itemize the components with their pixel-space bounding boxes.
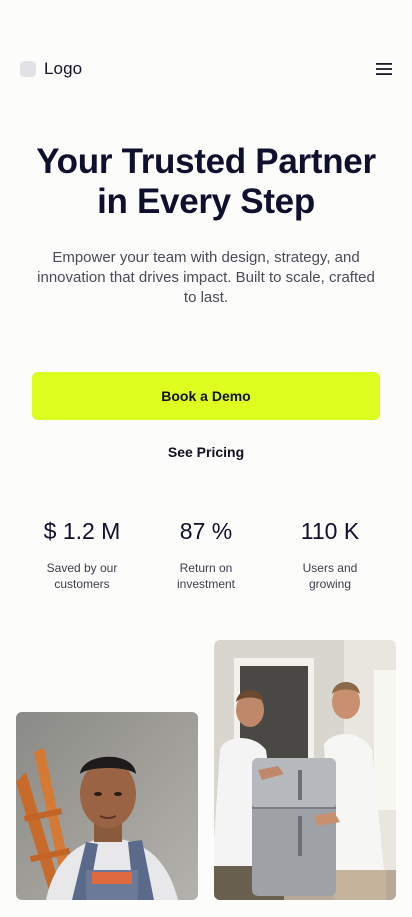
stat-saved: $ 1.2 M Saved by our customers — [20, 516, 144, 592]
stat-value: 87 % — [179, 518, 233, 544]
logo-mark-icon — [20, 61, 36, 77]
logo[interactable]: Logo — [20, 58, 82, 80]
book-demo-button[interactable]: Book a Demo — [32, 372, 380, 420]
see-pricing-link[interactable]: See Pricing — [32, 440, 380, 464]
menu-button[interactable] — [372, 59, 396, 79]
stat-label-line: Users and — [302, 561, 358, 575]
stat-label: Saved by our customers — [20, 560, 144, 592]
hero-title-line-2: in Every Step — [97, 182, 315, 221]
hero-subtitle: Empower your team with design, strategy,… — [37, 249, 375, 306]
stat-label: Return on investment — [144, 560, 268, 592]
stat-label-line: Saved by our — [46, 561, 118, 575]
stat-value: 110 K — [300, 518, 360, 544]
stat-label-line: growing — [308, 577, 352, 591]
stat-label-line: investment — [176, 577, 236, 591]
hero-title: Your Trusted Partner in Every Step — [20, 142, 392, 222]
stat-label: Users and growing — [268, 560, 392, 592]
stats-row: $ 1.2 M Saved by our customers 87 % Retu… — [20, 516, 392, 592]
site-header: Logo — [0, 0, 412, 120]
stat-users: 110 K Users and growing — [268, 516, 392, 592]
stat-label-line: Return on — [179, 561, 233, 575]
stat-return: 87 % Return on investment — [144, 516, 268, 592]
hero-title-line-1: Your Trusted Partner — [36, 142, 376, 181]
movers-fridge-photo — [214, 640, 396, 900]
stat-label-line: customers — [54, 577, 110, 591]
logo-text: Logo — [44, 59, 83, 78]
hamburger-menu-icon — [376, 63, 392, 75]
worker-portrait-photo — [16, 712, 198, 900]
stat-value: $ 1.2 M — [43, 518, 121, 544]
